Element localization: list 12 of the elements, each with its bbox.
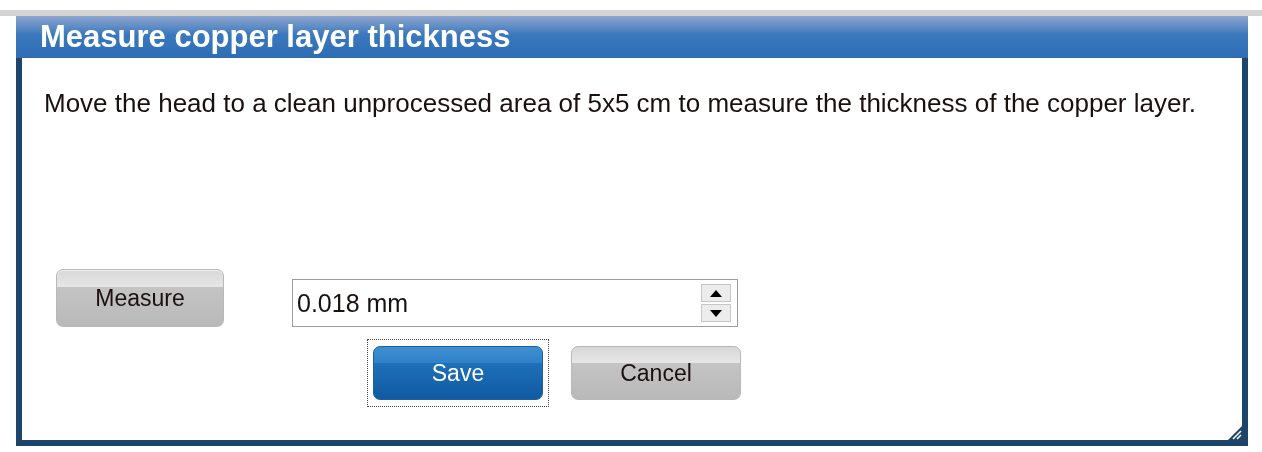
cancel-button[interactable]: Cancel bbox=[571, 346, 741, 400]
measure-button[interactable]: Measure bbox=[56, 269, 224, 327]
resize-grip-icon[interactable] bbox=[1226, 424, 1244, 442]
up-arrow-icon bbox=[710, 289, 722, 297]
decrement-button[interactable] bbox=[701, 304, 731, 322]
instruction-text: Move the head to a clean unprocessed area of 5x5 cm to measure the thickness of the copper layer. bbox=[44, 88, 1197, 119]
window-title: Measure copper layer thickness bbox=[16, 16, 1248, 58]
spin-box[interactable]: 0.018 mm bbox=[292, 279, 738, 327]
save-button[interactable]: Save bbox=[373, 346, 543, 400]
down-arrow-icon bbox=[710, 309, 722, 317]
thickness-field[interactable]: 0.018 mm bbox=[293, 288, 701, 318]
increment-button[interactable] bbox=[701, 284, 731, 302]
